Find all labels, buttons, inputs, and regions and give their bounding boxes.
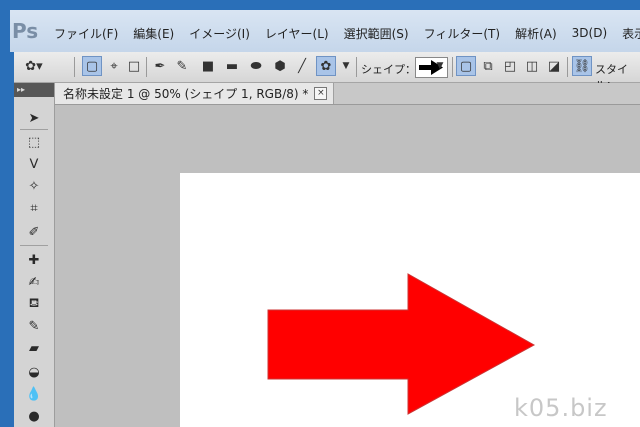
options-bar: ✿▾ ▢ ⌖ □ ✒ ✎ ■ ▬ ⬬ ⬢ ╱ ✿ ▼ シェイプ： ▼ ▢ ⧉ ◰… bbox=[14, 52, 640, 92]
marquee-tool-icon[interactable]: ⬚ bbox=[22, 133, 46, 151]
freeform-pen-icon[interactable]: ✎ bbox=[172, 56, 192, 76]
options-divider bbox=[146, 57, 147, 77]
quick-selection-tool-icon[interactable]: ✧ bbox=[22, 177, 46, 195]
menu-filter[interactable]: フィルター(T) bbox=[424, 25, 500, 42]
tool-divider bbox=[20, 129, 48, 130]
options-divider bbox=[567, 57, 568, 77]
polygon-icon[interactable]: ⬢ bbox=[270, 56, 290, 76]
red-arrow-shape[interactable] bbox=[180, 173, 640, 427]
history-brush-tool-icon[interactable]: ✎ bbox=[22, 317, 46, 335]
rounded-rectangle-icon[interactable]: ▬ bbox=[222, 56, 242, 76]
app-logo: Ps bbox=[12, 19, 39, 43]
intersect-shape-icon[interactable]: ◫ bbox=[522, 56, 542, 76]
fill-pixels-icon[interactable]: □ bbox=[124, 56, 144, 76]
exclude-shape-icon[interactable]: ◪ bbox=[544, 56, 564, 76]
blur-tool-icon[interactable]: 💧 bbox=[22, 385, 46, 403]
eyedropper-tool-icon[interactable]: ✐ bbox=[22, 223, 46, 241]
brush-tool-icon[interactable]: ✍ bbox=[22, 273, 46, 291]
watermark-text: k05.biz bbox=[514, 394, 608, 422]
document-canvas[interactable] bbox=[180, 173, 640, 427]
menu-layer[interactable]: レイヤー(L) bbox=[265, 25, 329, 42]
lasso-tool-icon[interactable]: ᐯ bbox=[22, 155, 46, 173]
menu-3d[interactable]: 3D(D) bbox=[572, 26, 607, 40]
custom-shape-icon[interactable]: ✿ bbox=[316, 56, 336, 76]
document-tab-bar: 名称未設定 1 @ 50% (シェイプ 1, RGB/8) * × bbox=[55, 83, 640, 105]
line-icon[interactable]: ╱ bbox=[292, 56, 312, 76]
menu-edit[interactable]: 編集(E) bbox=[133, 25, 174, 42]
shape-layers-icon[interactable]: ▢ bbox=[82, 56, 102, 76]
shape-label: シェイプ： bbox=[361, 63, 416, 76]
tools-panel: ▸▸ ➤ ⬚ ᐯ ✧ ⌗ ✐ ✚ ✍ ⛾ ✎ ▰ ◒ 💧 ● bbox=[14, 83, 55, 427]
document-tab[interactable]: 名称未設定 1 @ 50% (シェイプ 1, RGB/8) * × bbox=[55, 83, 335, 104]
menu-image[interactable]: イメージ(I) bbox=[189, 25, 250, 42]
ellipse-icon[interactable]: ⬬ bbox=[246, 56, 266, 76]
tool-divider bbox=[20, 245, 48, 246]
options-divider bbox=[356, 57, 357, 77]
dodge-tool-icon[interactable]: ● bbox=[22, 407, 46, 425]
menu-select[interactable]: 選択範囲(S) bbox=[344, 25, 409, 42]
options-divider bbox=[74, 57, 75, 77]
clone-stamp-tool-icon[interactable]: ⛾ bbox=[22, 295, 46, 313]
add-to-shape-icon[interactable]: ⧉ bbox=[478, 56, 498, 76]
menu-bar: ファイル(F) 編集(E) イメージ(I) レイヤー(L) 選択範囲(S) フィ… bbox=[54, 20, 640, 46]
crop-tool-icon[interactable]: ⌗ bbox=[22, 199, 46, 217]
menu-view[interactable]: 表示(V) bbox=[622, 25, 640, 42]
chevron-down-icon[interactable]: ▼ bbox=[430, 56, 450, 76]
options-divider bbox=[452, 57, 453, 77]
paint-bucket-tool-icon[interactable]: ◒ bbox=[22, 363, 46, 381]
healing-brush-tool-icon[interactable]: ✚ bbox=[22, 251, 46, 269]
menu-file[interactable]: ファイル(F) bbox=[54, 25, 118, 42]
link-icon[interactable]: ⛓ bbox=[572, 56, 592, 76]
subtract-shape-icon[interactable]: ◰ bbox=[500, 56, 520, 76]
panel-collapse-icon[interactable]: ▸▸ bbox=[14, 83, 54, 97]
eraser-tool-icon[interactable]: ▰ bbox=[22, 339, 46, 357]
chevron-down-icon[interactable]: ▼ bbox=[336, 56, 356, 76]
move-tool-icon[interactable]: ➤ bbox=[22, 109, 46, 127]
close-icon[interactable]: × bbox=[314, 87, 328, 100]
menu-analysis[interactable]: 解析(A) bbox=[515, 25, 557, 42]
pen-icon[interactable]: ✒ bbox=[150, 56, 170, 76]
document-title: 名称未設定 1 @ 50% (シェイプ 1, RGB/8) * bbox=[63, 87, 309, 101]
paths-icon[interactable]: ⌖ bbox=[104, 56, 124, 76]
tool-preset-icon[interactable]: ✿▾ bbox=[24, 56, 44, 76]
new-shape-layer-icon[interactable]: ▢ bbox=[456, 56, 476, 76]
rectangle-icon[interactable]: ■ bbox=[198, 56, 218, 76]
